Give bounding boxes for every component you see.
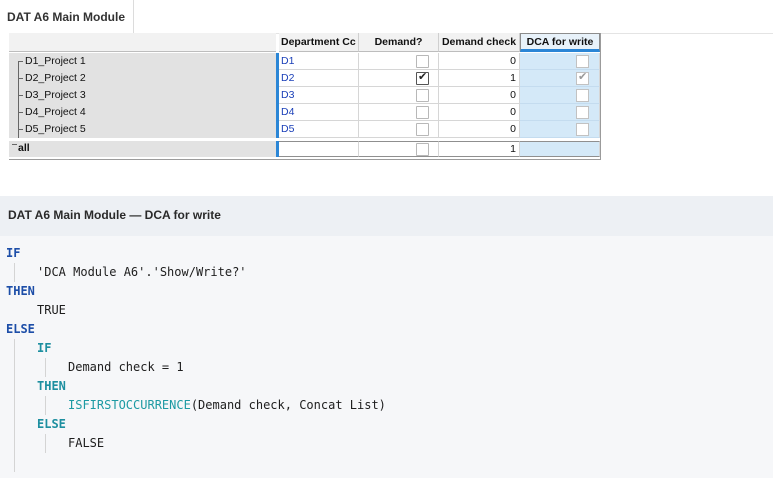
- demand-checkbox-checked[interactable]: ✔: [416, 71, 429, 85]
- total-cell-dca-for-write: [520, 141, 600, 157]
- cell-dca-for-write: [520, 53, 600, 70]
- tree-branch: [18, 112, 23, 113]
- code-text: (Demand check, Concat List): [190, 398, 386, 412]
- row-label: D1_Project 1: [25, 55, 86, 67]
- code-line: 'DCA Module A6'.'Show/Write?': [37, 263, 247, 282]
- tab-dat-a6-main-module[interactable]: DAT A6 Main Module: [0, 0, 134, 34]
- tree-branch: [18, 78, 23, 79]
- demand-checkbox: [416, 143, 429, 156]
- cell-department[interactable]: D1: [279, 53, 359, 70]
- cell-department[interactable]: D4: [279, 104, 359, 121]
- cell-dca-for-write: [520, 104, 600, 121]
- total-cell-department: [279, 141, 359, 157]
- module-tab-bar: DAT A6 Main Module: [0, 0, 773, 34]
- row-header[interactable]: D5_Project 5: [9, 121, 276, 138]
- code-keyword: ELSE: [37, 417, 66, 431]
- row-header-corner: [9, 33, 276, 52]
- cell-dca-for-write: [520, 121, 600, 138]
- cell-demand[interactable]: [359, 87, 439, 104]
- column-header-demand-check[interactable]: Demand check: [439, 33, 520, 52]
- dca-checkbox: [576, 89, 589, 102]
- code-text: TRUE: [37, 303, 66, 317]
- row-header[interactable]: D1_Project 1: [9, 53, 276, 70]
- column-header-demand[interactable]: Demand?: [359, 33, 439, 52]
- code-text: Demand check = 1: [68, 360, 184, 374]
- formula-panel-title: DAT A6 Main Module — DCA for write: [8, 208, 221, 222]
- indent-guide: [14, 263, 15, 282]
- code-keyword: IF: [6, 246, 21, 260]
- demand-checkbox[interactable]: [416, 89, 429, 102]
- demand-checkbox[interactable]: [416, 123, 429, 136]
- formula-panel-header: DAT A6 Main Module — DCA for write: [0, 196, 773, 236]
- tree-line: [18, 61, 19, 70]
- cell-dca-for-write: ✔: [520, 70, 600, 87]
- code-line: TRUE: [37, 301, 66, 320]
- code-text: FALSE: [68, 436, 105, 450]
- total-row-header[interactable]: all: [9, 141, 276, 157]
- code-keyword: THEN: [37, 379, 66, 393]
- tab-title: DAT A6 Main Module: [7, 10, 125, 24]
- column-header-dca-for-write[interactable]: DCA for write: [520, 33, 600, 52]
- code-function: ISFIRSTOCCURRENCE: [68, 398, 191, 412]
- indent-guide: [45, 358, 46, 377]
- cell-demand-check: 1: [439, 70, 520, 87]
- check-mark-icon: ✔: [418, 71, 428, 83]
- module-grid: Department Cc Demand? Demand check DCA f…: [9, 33, 601, 160]
- indent-guide: [45, 434, 46, 453]
- cell-demand-check: 0: [439, 104, 520, 121]
- code-line: Demand check = 1: [68, 358, 184, 377]
- cell-demand[interactable]: [359, 121, 439, 138]
- code-line: THEN: [37, 377, 66, 396]
- indent-guide: [14, 339, 15, 472]
- row-label: D3_Project 3: [25, 89, 86, 101]
- code-line: IF: [6, 244, 20, 263]
- tree-branch: [18, 129, 23, 130]
- dca-checkbox: [576, 55, 589, 68]
- row-header[interactable]: D3_Project 3: [9, 87, 276, 104]
- row-label: D5_Project 5: [25, 123, 86, 135]
- cell-demand-check: 0: [439, 121, 520, 138]
- code-keyword: THEN: [6, 284, 35, 298]
- cell-dca-for-write: [520, 87, 600, 104]
- demand-checkbox[interactable]: [416, 106, 429, 119]
- code-keyword: ELSE: [6, 322, 35, 336]
- code-line: ISFIRSTOCCURRENCE(Demand check, Concat L…: [68, 396, 386, 415]
- cell-demand[interactable]: [359, 53, 439, 70]
- row-header[interactable]: D4_Project 4: [9, 104, 276, 121]
- column-header-department[interactable]: Department Cc: [279, 33, 359, 52]
- row-header[interactable]: D2_Project 2: [9, 70, 276, 87]
- code-line: ELSE: [37, 415, 66, 434]
- demand-checkbox[interactable]: [416, 55, 429, 68]
- code-line: FALSE: [68, 434, 104, 453]
- row-label: D4_Project 4: [25, 106, 86, 118]
- cell-demand[interactable]: ✔: [359, 70, 439, 87]
- total-cell-demand: [359, 141, 439, 157]
- indent-guide: [45, 396, 46, 415]
- total-label: all: [18, 142, 30, 154]
- dca-checkbox: [576, 106, 589, 119]
- tree-branch: [18, 61, 23, 62]
- check-mark-icon: ✔: [578, 71, 588, 83]
- code-line: IF: [37, 339, 51, 358]
- cell-demand-check: 0: [439, 53, 520, 70]
- formula-editor[interactable]: IF 'DCA Module A6'.'Show/Write?' THEN TRUE E…: [0, 236, 773, 478]
- cell-demand[interactable]: [359, 104, 439, 121]
- tree-branch: [12, 144, 17, 145]
- row-label: D2_Project 2: [25, 72, 86, 84]
- cell-department[interactable]: D2: [279, 70, 359, 87]
- code-keyword: IF: [37, 341, 52, 355]
- dca-checkbox-checked: ✔: [576, 71, 589, 85]
- cell-department[interactable]: D5: [279, 121, 359, 138]
- code-line: THEN: [6, 282, 35, 301]
- cell-department[interactable]: D3: [279, 87, 359, 104]
- code-line: ELSE: [6, 320, 35, 339]
- total-cell-demand-check: 1: [439, 141, 520, 157]
- code-text: 'DCA Module A6'.'Show/Write?': [37, 265, 247, 279]
- tree-branch: [18, 95, 23, 96]
- cell-demand-check: 0: [439, 87, 520, 104]
- dca-checkbox: [576, 123, 589, 136]
